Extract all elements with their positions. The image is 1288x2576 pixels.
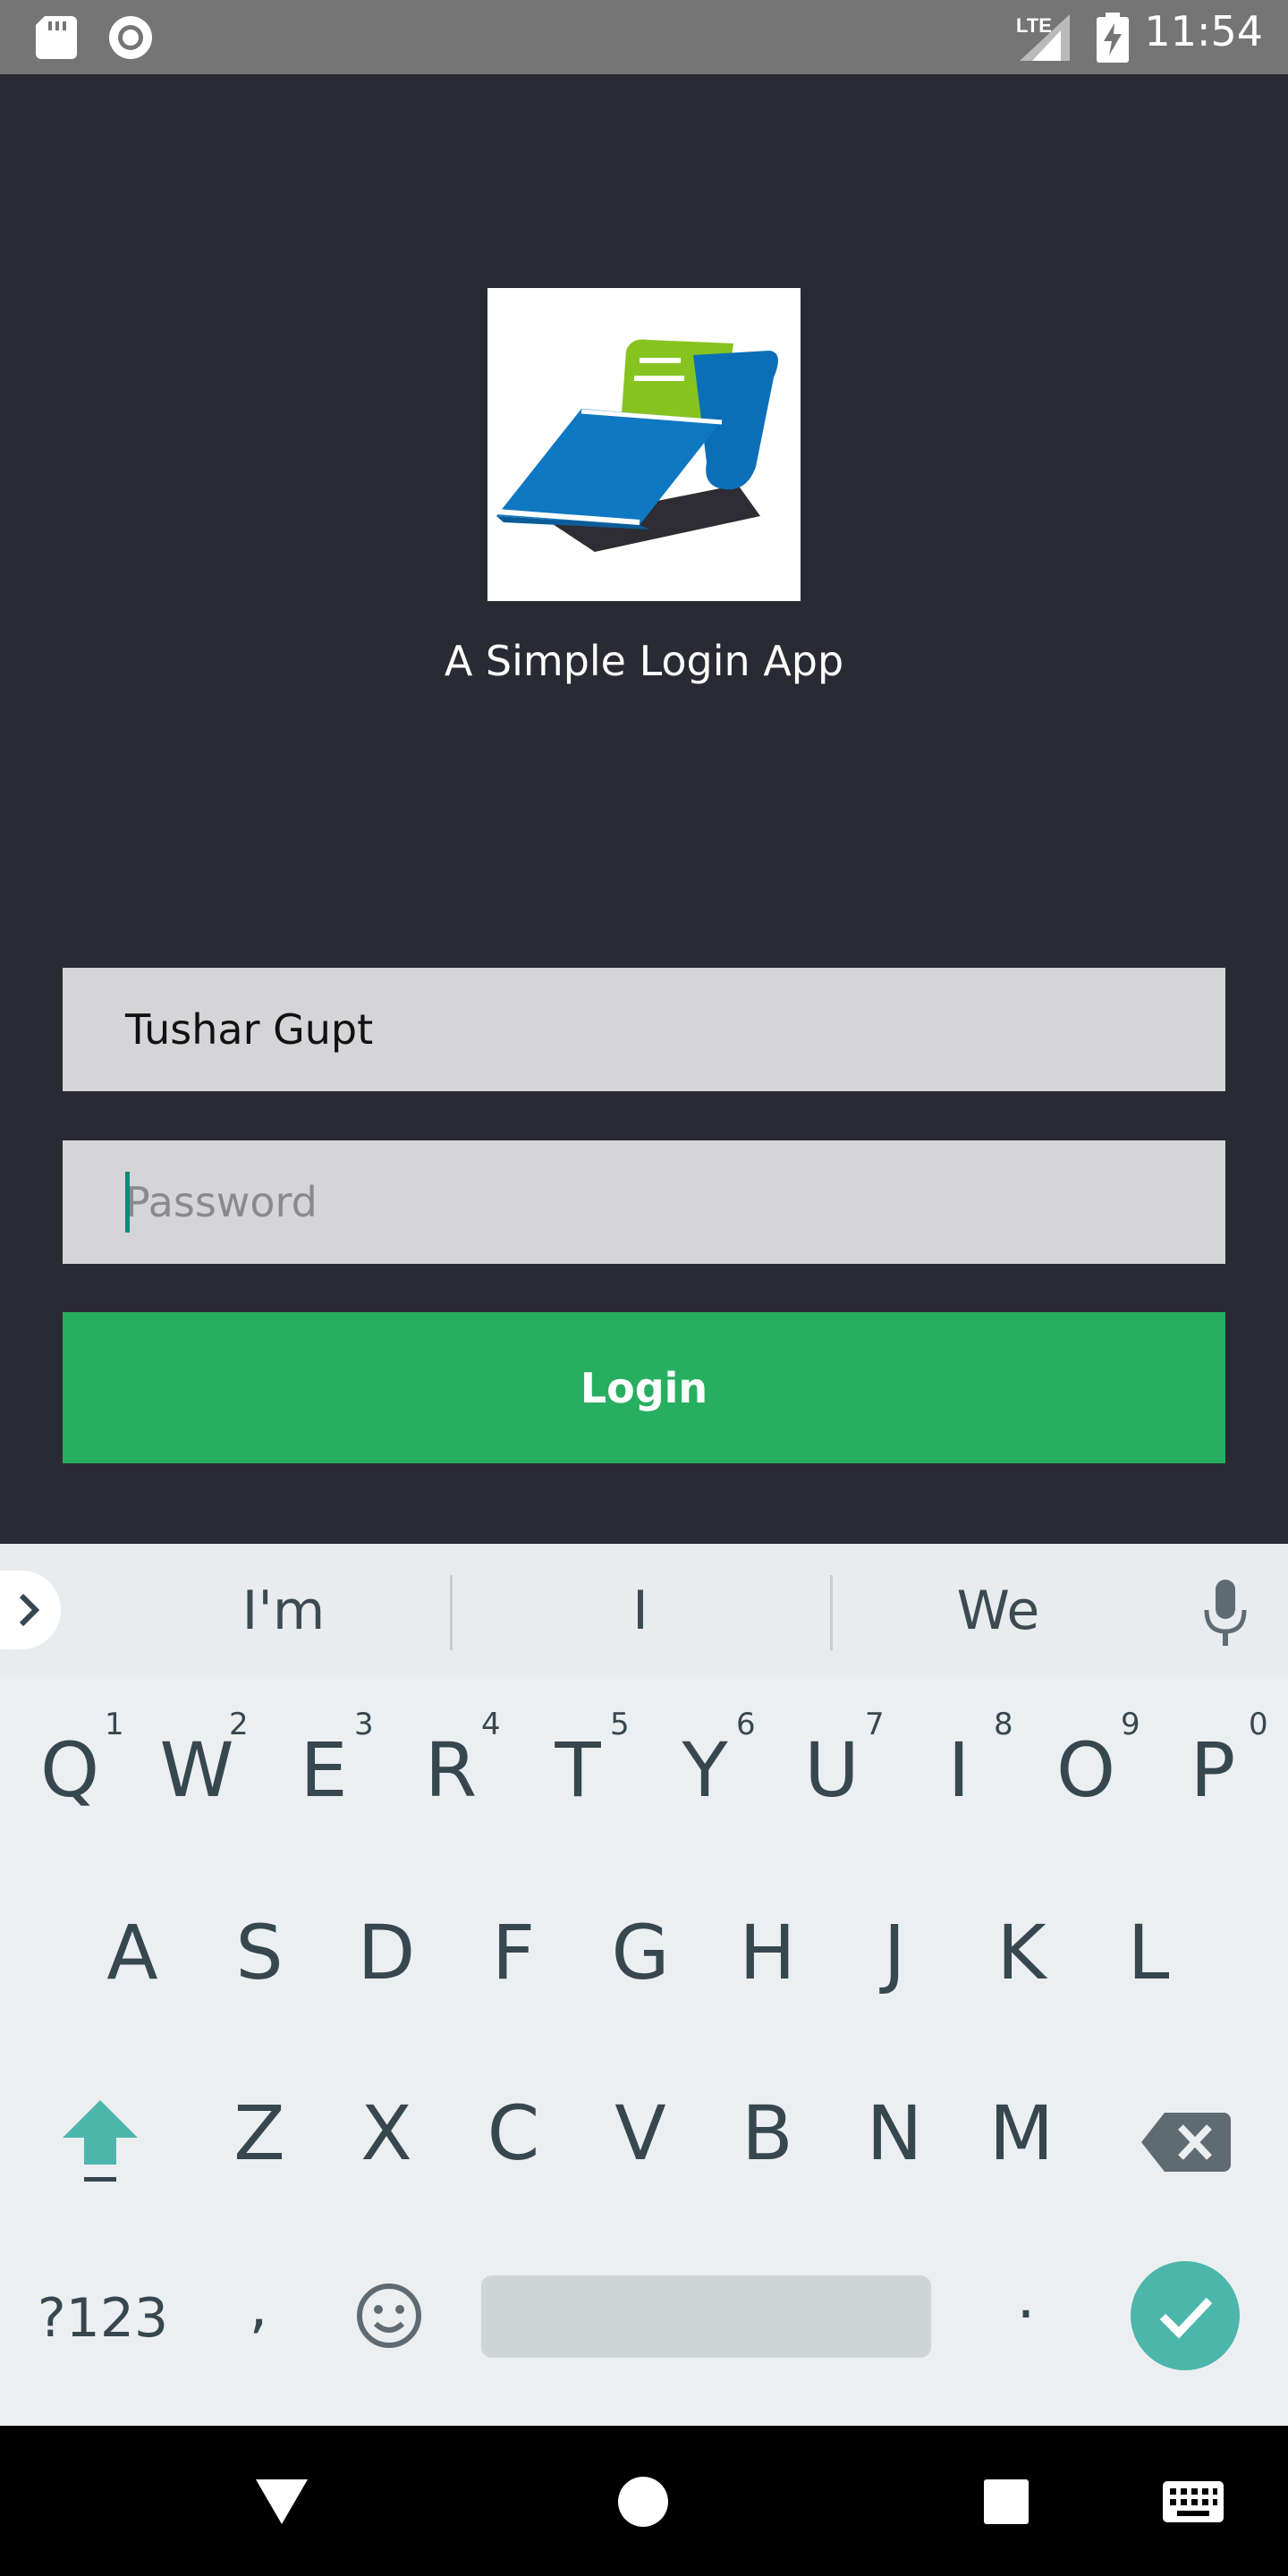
key-a[interactable]: A	[70, 1909, 195, 1996]
pos-terminal-logo	[496, 339, 778, 552]
password-field[interactable]: Password	[63, 1140, 1225, 1264]
key-hint-0: 0	[1249, 1707, 1268, 1742]
period-key[interactable]: .	[977, 2263, 1075, 2332]
key-hint-1: 1	[105, 1707, 124, 1742]
emoji-key[interactable]	[349, 2275, 429, 2356]
key-z[interactable]: Z	[197, 2089, 322, 2177]
home-icon[interactable]	[617, 2476, 669, 2528]
shift-key[interactable]	[45, 2088, 156, 2195]
checkmark-icon	[1159, 2297, 1213, 2339]
app-logo	[487, 288, 801, 601]
text-cursor	[125, 1172, 130, 1233]
suggestion-2[interactable]: I	[551, 1580, 730, 1642]
chevron-right-icon	[19, 1593, 40, 1627]
sd-card-icon	[36, 16, 77, 59]
key-l[interactable]: L	[1086, 1909, 1211, 1996]
clock: 11:54	[1144, 7, 1263, 55]
key-f[interactable]: F	[451, 1909, 576, 1996]
keyboard-switch-icon[interactable]	[1163, 2481, 1224, 2522]
key-hint-2: 2	[229, 1707, 249, 1742]
recents-icon[interactable]	[982, 2478, 1030, 2526]
suggestion-1[interactable]: I'm	[194, 1580, 373, 1642]
key-hint-3: 3	[354, 1707, 374, 1742]
key-hint-5: 5	[610, 1707, 630, 1742]
suggestion-strip: I'm I We	[0, 1544, 1288, 1676]
key-h[interactable]: H	[705, 1909, 830, 1996]
key-n[interactable]: N	[832, 2089, 957, 2177]
key-s[interactable]: S	[197, 1909, 322, 1996]
expand-suggestions-button[interactable]	[0, 1571, 61, 1649]
key-b[interactable]: B	[705, 2089, 830, 2177]
key-hint-9: 9	[1121, 1707, 1140, 1742]
key-hint-7: 7	[865, 1707, 885, 1742]
key-d[interactable]: D	[324, 1909, 449, 1996]
backspace-icon	[1141, 2113, 1231, 2172]
key-v[interactable]: V	[578, 2089, 703, 2177]
username-field[interactable]: Tushar Gupt	[63, 968, 1225, 1091]
suggestion-divider	[830, 1575, 833, 1650]
key-m[interactable]: M	[959, 2089, 1084, 2177]
backspace-key[interactable]	[1138, 2102, 1236, 2182]
suggestion-3[interactable]: We	[909, 1580, 1088, 1642]
space-key[interactable]	[481, 2275, 931, 2358]
battery-charging-icon	[1097, 13, 1129, 63]
key-k[interactable]: K	[959, 1909, 1084, 1996]
key-x[interactable]: X	[324, 2089, 449, 2177]
login-button[interactable]: Login	[63, 1312, 1225, 1463]
username-value: Tushar Gupt	[125, 1005, 374, 1054]
status-bar: LTE 11:54	[0, 0, 1288, 74]
symbols-key[interactable]: ?123	[18, 2287, 188, 2350]
password-placeholder: Password	[125, 1178, 318, 1226]
key-hint-4: 4	[481, 1707, 501, 1742]
done-key[interactable]	[1131, 2261, 1240, 2370]
key-j[interactable]: J	[832, 1909, 957, 1996]
comma-key[interactable]: ,	[209, 2272, 308, 2341]
emoji-icon	[357, 2284, 421, 2348]
signal-icon	[1020, 14, 1070, 61]
back-icon[interactable]	[254, 2478, 309, 2526]
suggestion-divider	[450, 1575, 453, 1650]
microphone-icon[interactable]	[1202, 1580, 1249, 1648]
navigation-bar	[0, 2426, 1288, 2576]
shift-arrow-icon	[63, 2100, 138, 2182]
key-hint-8: 8	[994, 1707, 1013, 1742]
keyboard: Q W E R T Y U I O P 1 2 3 4 5 6 7 8 9 0 …	[0, 1676, 1288, 2426]
key-hint-6: 6	[736, 1707, 756, 1742]
sync-icon	[109, 16, 152, 59]
key-g[interactable]: G	[578, 1909, 703, 1996]
key-c[interactable]: C	[451, 2089, 576, 2177]
app-title: A Simple Login App	[444, 637, 844, 685]
